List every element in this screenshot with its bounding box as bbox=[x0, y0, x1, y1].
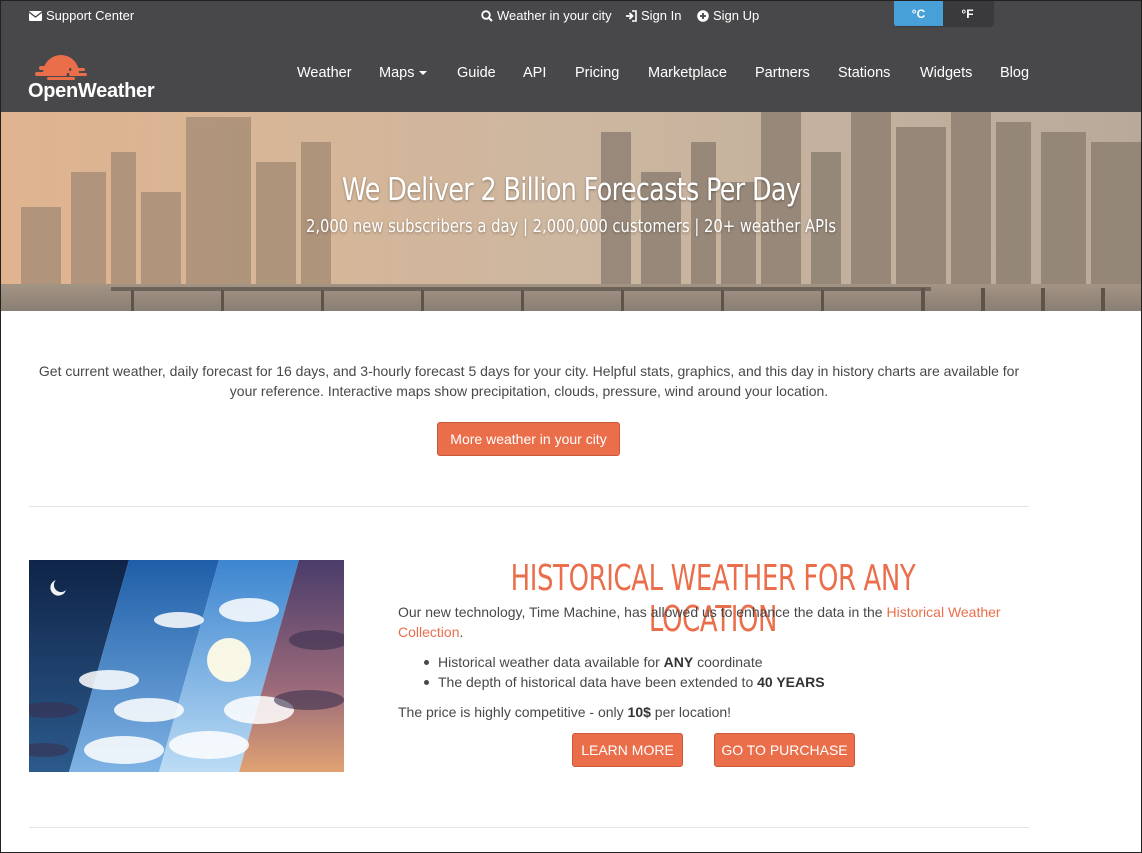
nav-widgets[interactable]: Widgets bbox=[920, 65, 972, 81]
plus-circle-icon bbox=[696, 9, 709, 22]
brand-name: OpenWeather bbox=[28, 80, 155, 102]
nav-blog[interactable]: Blog bbox=[1000, 65, 1029, 81]
unit-toggle: °C °F bbox=[894, 1, 994, 27]
nav-weather[interactable]: Weather bbox=[297, 65, 352, 81]
weather-search-link[interactable]: Weather in your city bbox=[480, 8, 612, 23]
price-text-end: per location! bbox=[650, 704, 732, 720]
list-item: The depth of historical data have been e… bbox=[424, 672, 825, 692]
sign-in-icon bbox=[624, 9, 637, 22]
hero-title: We Deliver 2 Billion Forecasts Per Day bbox=[341, 172, 801, 208]
fahrenheit-toggle[interactable]: °F bbox=[943, 1, 992, 26]
nav-api[interactable]: API bbox=[523, 65, 546, 81]
top-utility-bar: Support Center Weather in your city Sign… bbox=[1, 1, 1141, 37]
bullet1-text: Historical weather data available for bbox=[438, 654, 664, 670]
historical-description: Our new technology, Time Machine, has al… bbox=[398, 602, 1018, 642]
divider bbox=[29, 827, 1029, 828]
more-weather-button[interactable]: More weather in your city bbox=[437, 422, 620, 456]
city-skyline-image bbox=[1, 112, 1141, 311]
sign-in-link[interactable]: Sign In bbox=[624, 8, 681, 23]
nav-guide[interactable]: Guide bbox=[457, 65, 496, 81]
openweather-logo[interactable]: OpenWeather bbox=[28, 47, 168, 103]
historical-description-text: Our new technology, Time Machine, has al… bbox=[398, 604, 887, 620]
bullet1-bold: ANY bbox=[663, 654, 694, 670]
main-navbar: OpenWeather Weather Maps Guide API Prici… bbox=[1, 37, 1141, 112]
go-to-purchase-button[interactable]: GO TO PURCHASE bbox=[714, 733, 855, 767]
nav-pricing[interactable]: Pricing bbox=[575, 65, 619, 81]
caret-down-icon bbox=[419, 71, 428, 76]
hero-subtitle: 2,000 new subscribers a day | 2,000,000 … bbox=[305, 216, 837, 237]
bullet1-end: coordinate bbox=[693, 654, 763, 670]
sign-in-label: Sign In bbox=[641, 8, 682, 23]
sign-up-link[interactable]: Sign Up bbox=[696, 8, 759, 23]
nav-maps[interactable]: Maps bbox=[379, 65, 428, 81]
bullet2-bold: 40 YEARS bbox=[757, 674, 825, 690]
weather-search-label: Weather in your city bbox=[497, 8, 612, 23]
historical-features-list: Historical weather data available for AN… bbox=[424, 652, 825, 692]
intro-text: Get current weather, daily forecast for … bbox=[38, 363, 1020, 399]
hero-banner: We Deliver 2 Billion Forecasts Per Day 2… bbox=[1, 112, 1141, 311]
sun-logo-icon bbox=[35, 55, 89, 80]
support-center-link[interactable]: Support Center bbox=[29, 8, 134, 23]
learn-more-button[interactable]: LEARN MORE bbox=[572, 733, 683, 767]
envelope-icon bbox=[29, 9, 42, 22]
historical-description-end: . bbox=[459, 624, 464, 640]
sign-up-label: Sign Up bbox=[713, 8, 760, 23]
celsius-toggle[interactable]: °C bbox=[894, 1, 943, 26]
price-text: The price is highly competitive - only 1… bbox=[398, 702, 1018, 722]
list-item: Historical weather data available for AN… bbox=[424, 652, 825, 672]
price-text-start: The price is highly competitive - only bbox=[398, 704, 628, 720]
nav-maps-label: Maps bbox=[379, 65, 415, 81]
sky-collage-image bbox=[29, 560, 344, 772]
support-center-label: Support Center bbox=[46, 8, 135, 23]
nav-partners[interactable]: Partners bbox=[755, 65, 810, 81]
bullet2-text: The depth of historical data have been e… bbox=[438, 674, 758, 690]
search-icon bbox=[480, 9, 493, 22]
nav-stations[interactable]: Stations bbox=[838, 65, 890, 81]
nav-marketplace[interactable]: Marketplace bbox=[648, 65, 727, 81]
price-value: 10$ bbox=[627, 704, 651, 720]
divider bbox=[29, 506, 1029, 507]
